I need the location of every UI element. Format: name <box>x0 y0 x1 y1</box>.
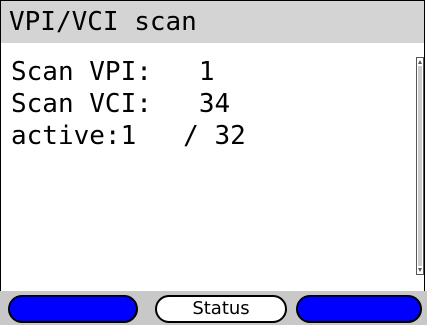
page-title: VPI/VCI scan <box>9 7 197 37</box>
status-button[interactable]: Status <box>155 295 287 323</box>
scan-status-panel: Scan VPI: 1 Scan VCI: 34 active:1 / 32 <box>0 43 425 291</box>
scroll-down-arrow-icon[interactable] <box>418 268 422 272</box>
scroll-thumb[interactable] <box>418 66 422 266</box>
device-screen: VPI/VCI scan Scan VPI: 1 Scan VCI: 34 ac… <box>0 0 427 325</box>
title-bar: VPI/VCI scan <box>0 0 425 44</box>
active-count-line: active:1 / 32 <box>11 121 246 151</box>
scroll-up-arrow-icon[interactable] <box>418 60 422 64</box>
scan-vpi-line: Scan VPI: 1 <box>11 57 215 87</box>
softkey-right-button[interactable] <box>296 295 422 323</box>
scan-vci-line: Scan VCI: 34 <box>11 89 231 119</box>
softkey-bar: Status <box>0 291 427 325</box>
softkey-left-button[interactable] <box>8 295 138 323</box>
vertical-scrollbar[interactable] <box>416 57 424 275</box>
